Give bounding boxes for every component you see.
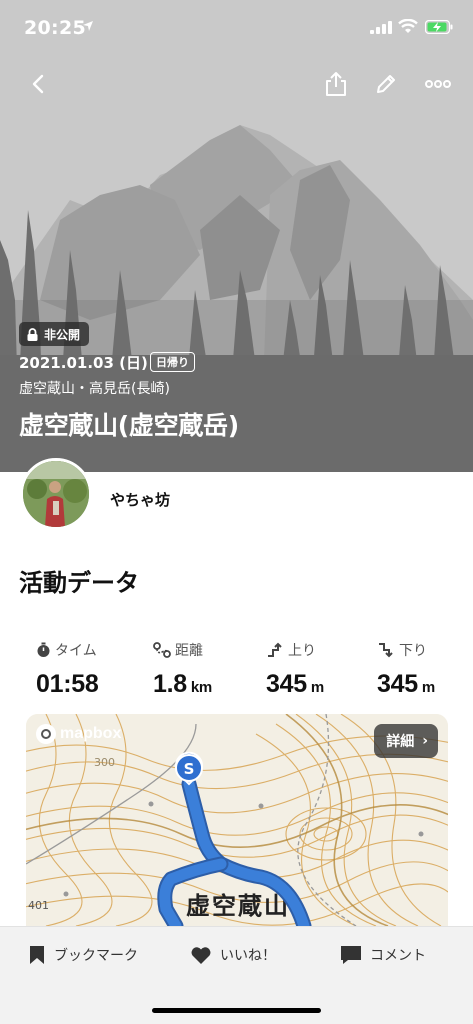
stat-value: 345 <box>266 670 307 698</box>
like-label: いいね！ <box>220 948 276 964</box>
bookmark-icon <box>30 946 44 964</box>
comment-icon <box>341 946 361 964</box>
stat-descent: 下り 345 m <box>377 640 473 699</box>
contour-label: 401 <box>28 899 49 912</box>
pencil-icon <box>377 75 395 93</box>
section-title-activity: 活動データ <box>19 569 139 597</box>
activity-date: 2021.01.03 (日) <box>19 354 148 372</box>
activity-stats: タイム 01:58 距離 1.8 km 上り 345 m 下り 345 m <box>0 640 473 710</box>
more-button[interactable] <box>418 62 458 106</box>
stat-ascent: 上り 345 m <box>266 640 376 699</box>
share-button[interactable] <box>316 62 356 106</box>
privacy-label: 非公開 <box>44 327 81 342</box>
chevron-left-icon <box>32 74 44 94</box>
hero-cover: 20:25 非公開 2021.01.03 (日) 日帰り 虚空蔵山・高見岳(長崎… <box>0 0 473 472</box>
stat-label: タイム <box>55 643 97 659</box>
route-distance-icon <box>153 642 171 658</box>
trip-type-badge: 日帰り <box>150 352 195 372</box>
avatar[interactable] <box>20 458 92 530</box>
status-bar: 20:25 <box>0 0 473 56</box>
stat-unit: m <box>310 679 324 696</box>
status-time: 20:25 <box>24 17 86 39</box>
stat-distance: 距離 1.8 km <box>153 640 263 699</box>
privacy-badge: 非公開 <box>19 322 90 346</box>
bookmark-button[interactable]: ブックマーク <box>28 943 138 967</box>
edit-button[interactable] <box>366 62 406 106</box>
user-name[interactable]: やちゃ坊 <box>110 489 170 510</box>
home-indicator <box>152 1008 321 1013</box>
heart-icon <box>191 946 211 964</box>
contour-label: 300 <box>94 756 115 769</box>
bookmark-label: ブックマーク <box>54 948 138 964</box>
top-nav <box>0 62 473 106</box>
like-button[interactable]: いいね！ <box>190 943 276 967</box>
route-map[interactable]: 300 401 虚空蔵山 S mapbox 詳細 › <box>26 714 448 926</box>
mapbox-label: mapbox <box>60 725 122 742</box>
stat-unit: m <box>421 679 435 696</box>
back-button[interactable] <box>18 62 58 106</box>
activity-title: 虚空蔵山(虚空蔵岳) <box>19 411 239 440</box>
stat-value: 01:58 <box>36 670 99 698</box>
stat-label: 下り <box>399 643 427 659</box>
comment-button[interactable]: コメント <box>340 943 426 967</box>
stat-unit: km <box>190 679 212 696</box>
stat-time: タイム 01:58 <box>36 640 146 699</box>
more-dots-icon <box>425 80 451 88</box>
battery-charging-icon <box>425 20 453 34</box>
comment-label: コメント <box>370 948 426 964</box>
chevron-right-icon: › <box>422 733 428 749</box>
map-detail-button[interactable]: 詳細 › <box>374 724 438 758</box>
lock-icon <box>27 327 38 341</box>
mapbox-logo[interactable]: mapbox <box>36 724 121 744</box>
location-arrow-icon <box>83 21 93 31</box>
stat-label: 上り <box>288 643 316 659</box>
mountain-area[interactable]: 虚空蔵山・高見岳(長崎) <box>19 378 170 398</box>
share-icon <box>326 72 346 96</box>
avatar-photo <box>23 461 89 527</box>
detail-label: 詳細 <box>386 734 415 750</box>
mapbox-icon <box>36 724 56 744</box>
stopwatch-icon <box>37 642 50 657</box>
cellular-signal-icon <box>370 21 392 34</box>
ascent-icon <box>268 642 282 657</box>
stat-value: 1.8 <box>153 670 187 698</box>
descent-icon <box>379 643 393 658</box>
start-marker-label: S <box>184 760 195 778</box>
stat-value: 345 <box>377 670 418 698</box>
stat-label: 距離 <box>175 643 203 659</box>
wifi-icon <box>398 19 418 33</box>
map-place-label: 虚空蔵山 <box>186 892 290 920</box>
